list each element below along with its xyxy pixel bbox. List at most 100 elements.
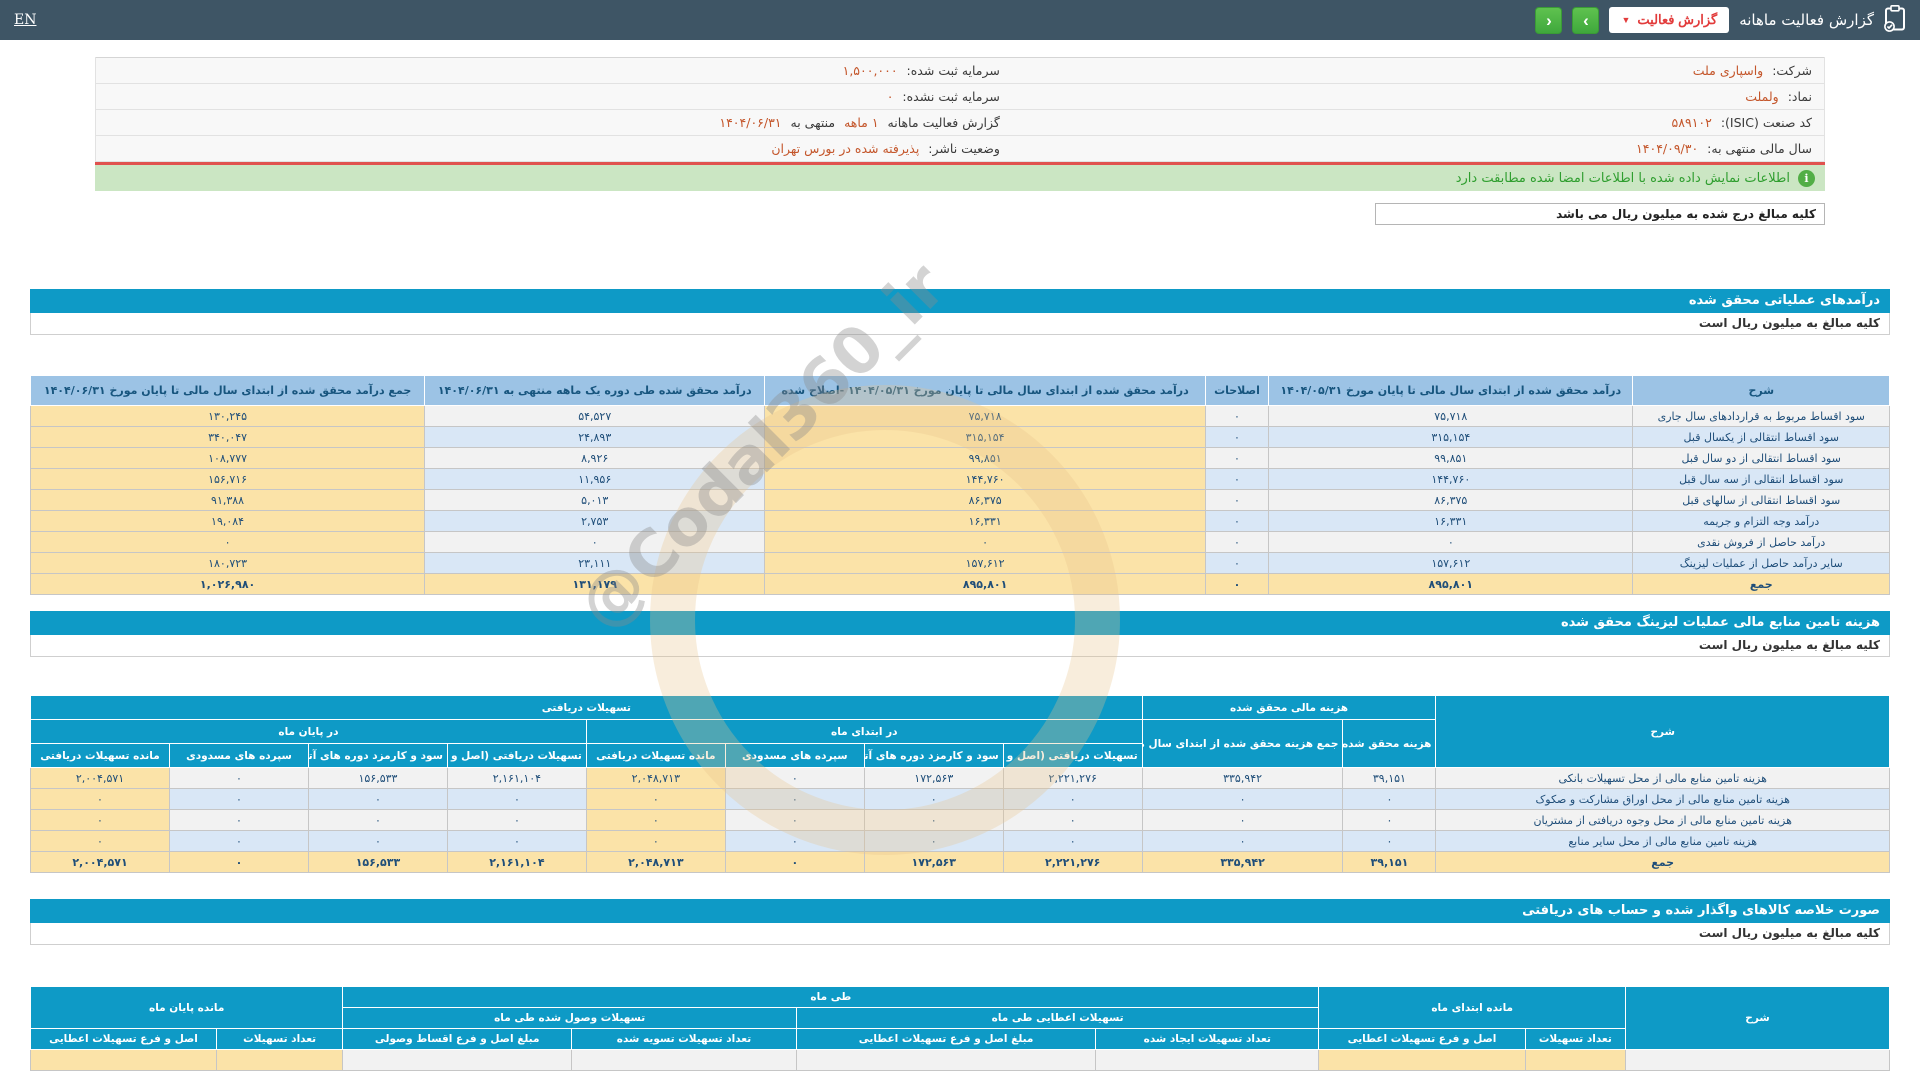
column-header: اصلاحات (1204, 375, 1270, 406)
amounts-unit-box: کلیه مبالغ درج شده به میلیون ریال می باش… (1375, 203, 1825, 225)
value-cell: ۲,۲۲۱,۲۷۶ (1002, 851, 1143, 873)
value-cell: ۰ (585, 830, 726, 852)
value-cell: ۹۹,۸۵۱ (1268, 447, 1634, 469)
value-cell (571, 1049, 797, 1071)
column-header: درآمد محقق شده طی دوره یک ماهه منتهی به … (424, 375, 766, 406)
value-cell: ۰ (1002, 788, 1143, 810)
value-cell: ۰ (724, 851, 865, 873)
value-cell: ۰ (169, 851, 309, 873)
income-row: درآمد حاصل از فروش نقدی ۰ ۰ ۰ ۰ ۰ (29, 531, 1890, 553)
value-cell: ۰ (307, 809, 448, 831)
value-cell: ۲,۲۲۱,۲۷۶ (1002, 767, 1143, 789)
field-value: واسپاری ملت (1692, 63, 1764, 78)
value-cell (342, 1049, 572, 1071)
field-label: کد صنعت (ISIC): (1720, 115, 1812, 130)
column-group-header: مانده ابتدای ماه (1318, 986, 1627, 1029)
column-header: تعداد تسهیلات ایجاد شده (1095, 1028, 1320, 1050)
report-type-dropdown[interactable]: گزارش فعالیت ▼ (1609, 7, 1730, 33)
value-cell: ۲,۰۴۸,۷۱۳ (585, 767, 726, 789)
report-period-cell: گزارش فعالیت ماهانه ۱ ماهه منتهی به ۱۴۰۴… (94, 109, 1012, 136)
column-header: درآمد محقق شده از ابتدای سال مالی تا پای… (1268, 375, 1634, 406)
value-cell: ۱۳۰,۲۴۵ (29, 405, 426, 427)
value-cell: ۱,۰۲۶,۹۸۰ (29, 573, 426, 595)
income-row: سود اقساط انتقالی از سالهای قبل ۸۶,۳۷۵ ۰ ۸۶… (29, 489, 1890, 511)
value-cell: ۱۶,۳۳۱ (764, 510, 1206, 532)
row-label-cell: درآمد حاصل از فروش نقدی (1632, 531, 1890, 553)
field-value: ۱۴۰۴/۰۶/۳۱ (719, 115, 782, 130)
value-cell (1318, 1049, 1526, 1071)
value-cell: ۰ (764, 531, 1206, 553)
row-label-cell: سود اقساط انتقالی از سالهای قبل (1632, 489, 1890, 511)
value-cell: ۳۹,۱۵۱ (1342, 851, 1437, 873)
column-header: تسهیلات دریافتی (اصل و فرع) (1002, 743, 1143, 768)
nav-forward-button[interactable]: › (1572, 6, 1600, 34)
unregistered-capital-cell: سرمایه ثبت نشده: ۰ (94, 83, 1012, 110)
page-title: گزارش فعالیت ماهانه (1739, 11, 1874, 29)
value-cell: ۳۱۵,۱۵۴ (764, 426, 1206, 448)
row-label-cell: سود اقساط انتقالی از یکسال قبل (1632, 426, 1890, 448)
row-label-cell (1625, 1049, 1890, 1071)
value-cell: ۱۳۱,۱۷۹ (424, 573, 766, 595)
nav-back-button[interactable]: ‹ (1535, 6, 1563, 34)
value-cell: ۱۹,۰۸۴ (29, 510, 426, 532)
company-name-cell: شرکت: واسپاری ملت (1011, 57, 1825, 84)
finance-row: هزینه تامین منابع مالی از محل سایر منابع… (29, 830, 1890, 852)
row-label-cell: درآمد وجه التزام و جریمه (1632, 510, 1890, 532)
financing-cost-table: شرح هزینه مالی محقق شده تسهیلات دریافتی … (29, 695, 1890, 873)
column-header: مانده تسهیلات دریافتی (29, 743, 171, 768)
value-cell: ۰ (863, 830, 1004, 852)
company-info-table: شرکت: واسپاری ملت سرمایه ثبت شده: ۱,۵۰۰,… (94, 57, 1825, 162)
field-label: سرمایه ثبت شده: (906, 63, 1000, 78)
registered-capital-cell: سرمایه ثبت شده: ۱,۵۰۰,۰۰۰ (94, 57, 1012, 84)
column-header: مبلغ اصل و فرع اقساط وصولی (342, 1028, 572, 1050)
value-cell: ۰ (29, 809, 171, 831)
value-cell: ۰ (1002, 830, 1143, 852)
value-cell: ۲۴,۸۹۳ (424, 426, 766, 448)
value-cell: ۰ (1204, 531, 1270, 553)
signed-notice-text: اطلاعات نمایش داده شده با اطلاعات امضا ش… (1455, 170, 1790, 186)
column-header: تعداد تسهیلات (215, 1028, 344, 1050)
language-en-link[interactable]: EN (14, 12, 36, 28)
value-cell: ۰ (724, 830, 865, 852)
column-group-header: تسهیلات وصول شده طی ماه (342, 1007, 797, 1029)
value-cell (1095, 1049, 1320, 1071)
field-value: ولملت (1745, 89, 1779, 104)
value-cell: ۲,۱۶۱,۱۰۴ (446, 851, 587, 873)
value-cell: ۰ (446, 809, 587, 831)
finance-row: هزینه تامین منابع مالی از محل وجوه دریاف… (29, 809, 1890, 831)
value-cell: ۰ (1002, 809, 1143, 831)
value-cell: ۰ (585, 809, 726, 831)
transfer-header-row3: تعداد تسهیلات اصل و فرع تسهیلات اعطایی ت… (30, 1028, 1890, 1050)
value-cell: ۲,۰۰۴,۵۷۱ (29, 851, 171, 873)
value-cell: ۲۳,۱۱۱ (424, 552, 766, 574)
value-cell: ۰ (307, 830, 448, 852)
row-label-cell: سود اقساط مربوط به قراردادهای سال جاری (1632, 405, 1890, 427)
column-header: تعداد تسهیلات تسویه شده (571, 1028, 797, 1050)
operating-income-section: درآمدهای عملیاتی محقق شده کلیه مبالغ به … (29, 289, 1890, 595)
value-cell: ۳۴۰,۰۴۷ (29, 426, 426, 448)
value-cell: ۰ (169, 830, 309, 852)
value-cell: ۱۱,۹۵۶ (424, 468, 766, 490)
finance-row: هزینه تامین منابع مالی از محل تسهیلات با… (29, 767, 1890, 789)
row-label-cell: هزینه تامین منابع مالی از محل سایر منابع (1435, 830, 1890, 852)
finance-header-row1: شرح هزینه مالی محقق شده تسهیلات دریافتی (30, 695, 1890, 768)
info-row: سال مالی منتهی به: ۱۴۰۴/۰۹/۳۰ وضعیت ناشر… (94, 135, 1825, 162)
value-cell: ۰ (863, 809, 1004, 831)
value-cell: ۳۳۵,۹۴۲ (1141, 767, 1344, 789)
column-header: شرح (1625, 986, 1890, 1050)
field-label: سال مالی منتهی به: (1707, 141, 1812, 156)
operating-income-table: شرح درآمد محقق شده از ابتدای سال مالی تا… (29, 375, 1890, 595)
row-label-cell: هزینه تامین منابع مالی از محل اوراق مشار… (1435, 788, 1890, 810)
column-group-header: در پایان ماه (30, 719, 587, 744)
value-cell: ۰ (1204, 426, 1270, 448)
value-cell: ۱۵۷,۶۱۲ (1268, 552, 1634, 574)
transferred-goods-section: صورت خلاصه کالاهای واگذار شده و حساب های… (29, 899, 1890, 1071)
value-cell: ۵,۰۱۳ (424, 489, 766, 511)
income-total-row: جمع ۸۹۵,۸۰۱ ۰ ۸۹۵,۸۰۱ ۱۳۱,۱۷۹ ۱,۰۲۶,۹۸۰ (29, 573, 1890, 595)
section-title-bar: صورت خلاصه کالاهای واگذار شده و حساب های… (30, 899, 1890, 923)
income-header-row: شرح درآمد محقق شده از ابتدای سال مالی تا… (29, 375, 1890, 406)
row-label-cell: هزینه تامین منابع مالی از محل تسهیلات با… (1435, 767, 1890, 789)
column-group-header: مانده پایان ماه (29, 986, 344, 1029)
value-cell: ۳۳۵,۹۴۲ (1141, 851, 1344, 873)
value-cell: ۰ (724, 809, 865, 831)
